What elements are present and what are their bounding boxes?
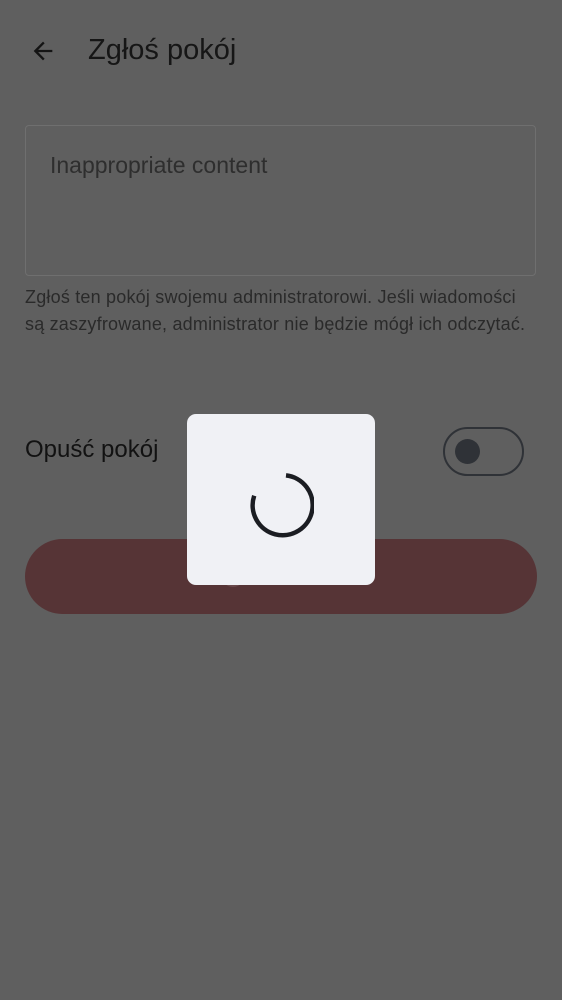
page-title: Zgłoś pokój	[88, 34, 237, 66]
leave-room-label: Opuść pokój	[25, 436, 159, 463]
top-app-bar: Zgłoś pokój	[0, 0, 562, 100]
loading-dialog	[187, 414, 375, 585]
spinner-icon	[250, 473, 314, 538]
toggle-knob	[455, 439, 480, 464]
reason-input-value: Inappropriate content	[50, 152, 268, 178]
back-button[interactable]	[22, 30, 64, 72]
report-helper-text: Zgłoś ten pokój swojemu administratorowi…	[25, 287, 526, 334]
arrow-back-icon	[33, 41, 53, 61]
leave-room-toggle[interactable]	[443, 427, 524, 476]
reason-input[interactable]: Inappropriate content	[25, 125, 536, 276]
